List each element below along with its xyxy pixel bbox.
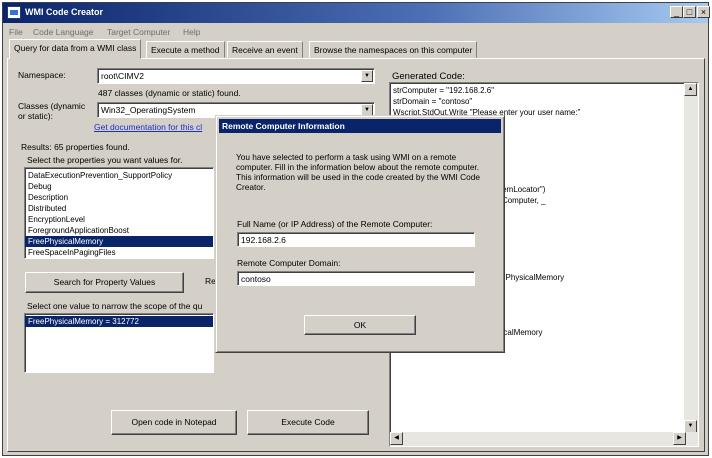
app-icon [7, 6, 21, 19]
search-property-values-button[interactable]: Search for Property Values [25, 272, 184, 293]
menu-bar: File Code Language Target Computer Help [3, 24, 708, 40]
tab-browse-namespaces[interactable]: Browse the namespaces on this computer [309, 41, 478, 58]
menu-target-computer[interactable]: Target Computer [107, 27, 170, 37]
list-item[interactable]: EncryptionLevel [25, 214, 213, 225]
list-item-selected[interactable]: FreePhysicalMemory [25, 236, 213, 247]
minimize-button[interactable]: _ [670, 6, 683, 18]
documentation-link[interactable]: Get documentation for this cl [94, 122, 202, 132]
menu-code-language[interactable]: Code Language [33, 27, 94, 37]
class-value: Win32_OperatingSystem [101, 105, 196, 115]
namespace-dropdown[interactable]: root\CIMV2 ▼ [97, 68, 375, 84]
select-properties-text: Select the properties you want values fo… [27, 155, 183, 165]
classes-found-text: 487 classes (dynamic or static) found. [98, 88, 241, 98]
scroll-right-arrow-icon[interactable]: ▶ [673, 432, 686, 445]
list-item-selected[interactable]: FreePhysicalMemory = 312772 [25, 316, 213, 327]
list-item[interactable]: Description [25, 192, 213, 203]
menu-file[interactable]: File [9, 27, 23, 37]
generated-code-label: Generated Code: [392, 71, 465, 82]
domain-label: Remote Computer Domain: [237, 258, 341, 268]
title-bar[interactable]: WMI Code Creator _ □ × [3, 3, 710, 23]
code-line: strComputer = "192.168.2.6" [393, 86, 495, 95]
full-name-label: Full Name (or IP Address) of the Remote … [237, 219, 433, 229]
main-window: WMI Code Creator _ □ × File Code Languag… [2, 2, 710, 456]
properties-listbox[interactable]: DataExecutionPrevention_SupportPolicy De… [24, 167, 214, 259]
list-item[interactable]: Debug [25, 181, 213, 192]
code-line: strDomain = "contoso" [393, 97, 473, 106]
classes-label-line2: or static): [18, 111, 53, 121]
horizontal-scrollbar[interactable]: ◀ ▶ [390, 432, 698, 446]
scroll-up-arrow-icon[interactable]: ▲ [684, 83, 697, 96]
namespace-value: root\CIMV2 [101, 71, 144, 81]
execute-code-button[interactable]: Execute Code [247, 410, 369, 435]
results-count-text: Results: 65 properties found. [21, 142, 130, 152]
maximize-button[interactable]: □ [683, 6, 696, 18]
vertical-scrollbar[interactable]: ▲ ▼ [684, 83, 698, 433]
classes-label: Classes (dynamic [18, 101, 86, 111]
tab-receive-event[interactable]: Receive an event [227, 41, 303, 58]
ok-button[interactable]: OK [304, 315, 416, 335]
remote-computer-dialog: Remote Computer Information You have sel… [215, 115, 505, 353]
dialog-title: Remote Computer Information [222, 121, 345, 131]
close-button[interactable]: × [697, 6, 710, 18]
menu-help[interactable]: Help [183, 27, 200, 37]
dialog-description: You have selected to perform a task usin… [236, 152, 480, 192]
open-in-notepad-button[interactable]: Open code in Notepad [111, 410, 237, 435]
tab-query[interactable]: Query for data from a WMI class [9, 39, 142, 59]
full-name-input[interactable]: 192.168.2.6 [237, 232, 475, 247]
list-item[interactable]: DataExecutionPrevention_SupportPolicy [25, 170, 213, 181]
tab-execute-method[interactable]: Execute a method [146, 41, 225, 58]
list-item[interactable]: Distributed [25, 203, 213, 214]
narrow-scope-text: Select one value to narrow the scope of … [27, 301, 203, 311]
dialog-title-bar[interactable]: Remote Computer Information [219, 119, 501, 133]
chevron-down-icon[interactable]: ▼ [361, 70, 373, 82]
namespace-label: Namespace: [18, 70, 66, 80]
values-listbox[interactable]: FreePhysicalMemory = 312772 [24, 313, 214, 373]
domain-input[interactable]: contoso [237, 271, 475, 286]
list-item[interactable]: FreeSpaceInPagingFiles [25, 247, 213, 258]
list-item[interactable]: ForegroundApplicationBoost [25, 225, 213, 236]
window-title: WMI Code Creator [25, 7, 104, 17]
scroll-left-arrow-icon[interactable]: ◀ [390, 432, 403, 445]
